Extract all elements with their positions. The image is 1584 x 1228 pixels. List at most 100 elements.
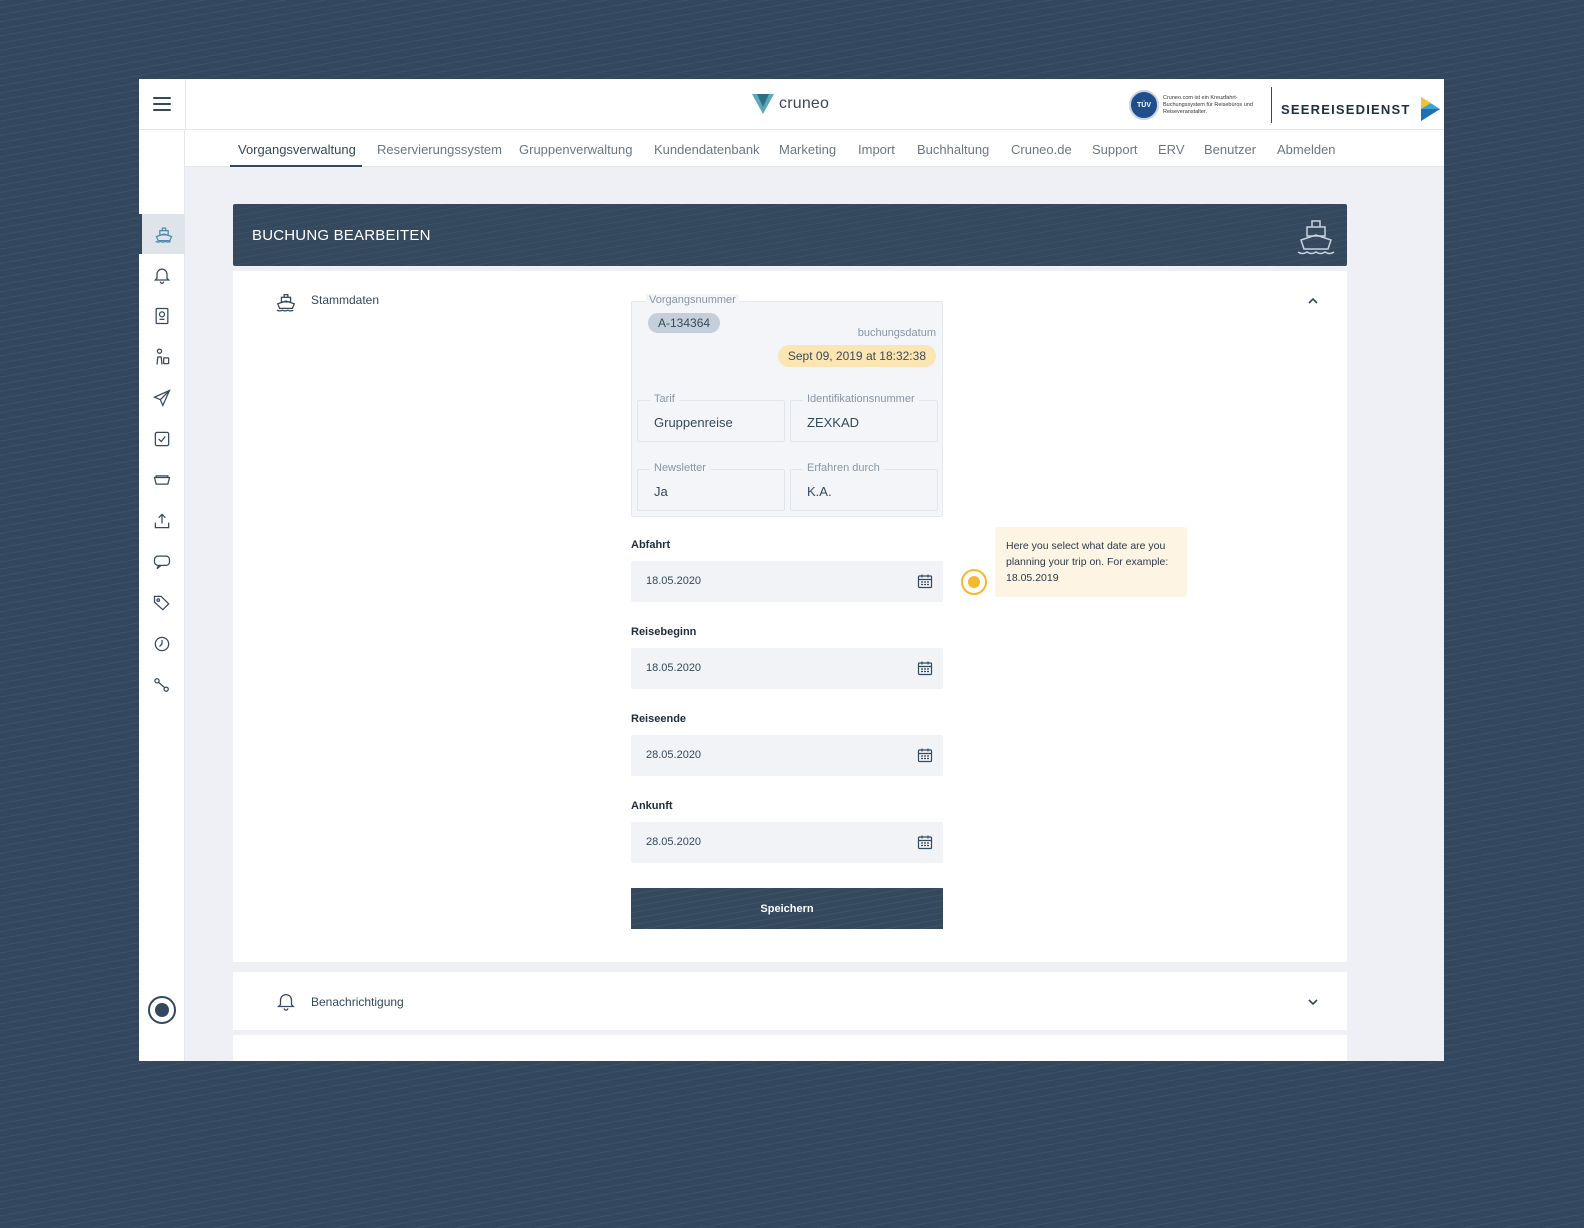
identifikationsnummer-field[interactable]: Identifikationsnummer ZEXKAD	[790, 393, 938, 442]
ship-icon	[154, 227, 172, 243]
buchungsdatum-badge: Sept 09, 2019 at 18:32:38	[777, 345, 936, 367]
newsletter-field[interactable]: Newsletter Ja	[637, 462, 785, 511]
calendar-icon[interactable]	[917, 834, 933, 850]
calendar-icon[interactable]	[917, 747, 933, 763]
checkbox-icon	[154, 431, 170, 447]
identifikationsnummer-label: Identifikationsnummer	[803, 393, 919, 405]
nav-buchhaltung[interactable]: Buchhaltung	[917, 142, 989, 157]
nav-benutzer[interactable]: Benutzer	[1204, 142, 1256, 157]
tarif-value: Gruppenreise	[654, 415, 733, 430]
hamburger-menu-icon[interactable]	[153, 97, 171, 111]
ankunft-label: Ankunft	[631, 800, 673, 812]
logo[interactable]: cruneo	[751, 93, 829, 115]
tuv-badge-icon: TÜV	[1129, 90, 1159, 120]
ship-icon	[276, 293, 296, 312]
sidebar-item-bookings[interactable]	[139, 214, 185, 254]
reisebeginn-label: Reisebeginn	[631, 626, 697, 638]
bell-icon	[153, 268, 171, 284]
page-header: BUCHUNG BEARBEITEN	[233, 204, 1347, 266]
hint-dot-icon	[968, 576, 980, 588]
main-nav: Vorgangsverwaltung Reservierungssystem G…	[185, 130, 1444, 167]
stammdaten-label: Stammdaten	[311, 293, 380, 307]
partner-name: SEEREISEDIENST	[1281, 101, 1411, 117]
sidebar	[139, 130, 185, 1061]
sidebar-item-history[interactable]	[139, 624, 185, 664]
ankunft-value: 28.05.2020	[646, 836, 702, 848]
save-button[interactable]: Speichern	[631, 888, 943, 929]
history-icon	[154, 636, 170, 652]
calendar-icon[interactable]	[917, 573, 933, 589]
sidebar-item-tags[interactable]	[139, 583, 185, 623]
benachrichtigung-card[interactable]: Benachrichtigung	[233, 972, 1347, 1030]
vorgangsnummer-badge: A-134364	[648, 313, 721, 333]
tarif-field[interactable]: Tarif Gruppenreise	[637, 393, 785, 442]
chat-icon	[153, 555, 171, 570]
sidebar-item-cruises[interactable]	[139, 460, 185, 500]
page-title: BUCHUNG BEARBEITEN	[252, 227, 431, 244]
hint-marker[interactable]	[961, 569, 987, 595]
sidebar-item-tools[interactable]	[139, 665, 185, 705]
reiseende-label: Reiseende	[631, 713, 687, 725]
reisebeginn-value: 18.05.2020	[646, 662, 702, 674]
bell-icon	[277, 994, 295, 1011]
booking-info-box: Vorgangsnummer A-134364 buchungsdatum Se…	[631, 294, 943, 517]
nav-abmelden[interactable]: Abmelden	[1277, 142, 1336, 157]
record-dot-icon	[155, 1003, 169, 1017]
tuv-certificate: TÜV Cruneo.com ist ein Kreuzfahrt-Buchun…	[1129, 90, 1263, 120]
person-luggage-icon	[156, 348, 170, 365]
sidebar-item-notifications[interactable]	[139, 255, 185, 295]
sidebar-item-messages[interactable]	[139, 542, 185, 582]
cruneo-logo-icon	[752, 94, 774, 114]
sidebar-item-tasks[interactable]	[139, 419, 185, 459]
partner-logo-icon	[1420, 97, 1440, 121]
nav-marketing[interactable]: Marketing	[779, 142, 836, 157]
vorgangsnummer-label: Vorgangsnummer	[646, 294, 739, 306]
benachrichtigung-label: Benachrichtigung	[311, 995, 404, 1009]
stammdaten-card: Stammdaten Vorgangsnummer A-134364 buchu…	[233, 271, 1347, 962]
tuv-text: Cruneo.com ist ein Kreuzfahrt-Buchungssy…	[1163, 94, 1253, 115]
sidebar-item-documents[interactable]	[139, 296, 185, 336]
buchungsdatum-label: buchungsdatum	[854, 327, 939, 339]
nav-vorgangsverwaltung[interactable]: Vorgangsverwaltung	[238, 142, 356, 157]
erfahren-durch-field[interactable]: Erfahren durch K.A.	[790, 462, 938, 511]
record-button[interactable]	[148, 996, 176, 1024]
tarif-label: Tarif	[650, 393, 679, 405]
logo-text: cruneo	[779, 95, 830, 112]
sidebar-item-upload[interactable]	[139, 501, 185, 541]
reisebeginn-input[interactable]: 18.05.2020	[631, 648, 943, 689]
chevron-down-icon[interactable]	[1307, 996, 1319, 1008]
app-window: cruneo TÜV Cruneo.com ist ein Kreuzfahrt…	[139, 79, 1444, 1061]
nav-import[interactable]: Import	[858, 142, 895, 157]
active-tab-indicator	[230, 165, 362, 167]
wrench-icon	[154, 678, 169, 692]
abfahrt-value: 18.05.2020	[646, 575, 702, 587]
nav-reservierungssystem[interactable]: Reservierungssystem	[377, 142, 502, 157]
top-bar: cruneo TÜV Cruneo.com ist ein Kreuzfahrt…	[139, 79, 1444, 130]
ankunft-input[interactable]: 28.05.2020	[631, 822, 943, 863]
sidebar-item-travellers[interactable]	[139, 337, 185, 377]
identifikationsnummer-value: ZEXKAD	[807, 415, 860, 430]
erfahren-durch-label: Erfahren durch	[803, 462, 884, 474]
boat-icon	[153, 475, 171, 485]
reiseende-value: 28.05.2020	[646, 749, 702, 761]
tags-icon	[153, 595, 170, 611]
reiseende-input[interactable]: 28.05.2020	[631, 735, 943, 776]
hint-tooltip: Here you select what date are you planni…	[995, 527, 1187, 597]
passport-icon	[155, 307, 169, 325]
newsletter-label: Newsletter	[650, 462, 710, 474]
sidebar-item-send[interactable]	[139, 378, 185, 418]
newsletter-value: Ja	[654, 484, 668, 499]
chevron-up-icon[interactable]	[1307, 295, 1319, 307]
nav-erv[interactable]: ERV	[1158, 142, 1185, 157]
divider	[1271, 87, 1272, 123]
partner-logo[interactable]: SEEREISEDIENST	[1281, 96, 1441, 122]
calendar-icon[interactable]	[917, 660, 933, 676]
nav-gruppenverwaltung[interactable]: Gruppenverwaltung	[519, 142, 632, 157]
abfahrt-label: Abfahrt	[631, 539, 671, 551]
nav-kundendatenbank[interactable]: Kundendatenbank	[654, 142, 760, 157]
divider	[185, 79, 186, 130]
nav-cruneo-de[interactable]: Cruneo.de	[1011, 142, 1072, 157]
abfahrt-input[interactable]: 18.05.2020	[631, 561, 943, 602]
nav-support[interactable]: Support	[1092, 142, 1138, 157]
ship-icon	[1297, 220, 1335, 255]
